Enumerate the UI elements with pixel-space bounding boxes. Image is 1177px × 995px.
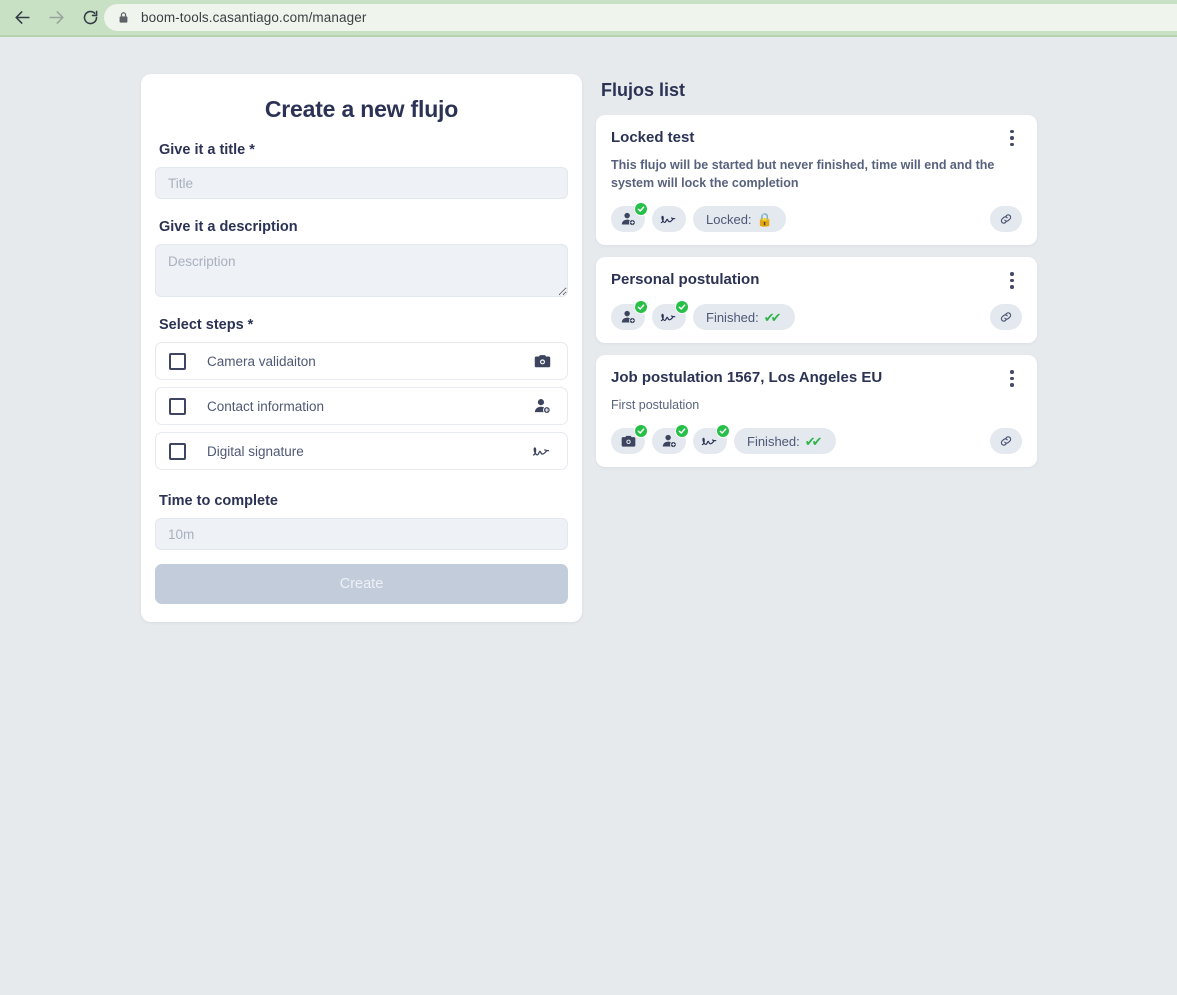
flujo-title: Personal postulation bbox=[611, 271, 760, 289]
check-badge-icon bbox=[634, 424, 648, 439]
person-add-icon bbox=[531, 398, 553, 414]
camera-icon bbox=[531, 354, 553, 369]
flujo-description: This flujo will be started but never fin… bbox=[611, 158, 995, 191]
check-badge-icon bbox=[675, 300, 689, 315]
flujo-card-locked-test[interactable]: Locked test This flujo will be started b… bbox=[596, 115, 1037, 246]
badge-signature bbox=[652, 206, 686, 233]
flujos-list-panel: Flujos list Locked test This flujo will … bbox=[596, 74, 1037, 479]
badge-camera bbox=[611, 424, 648, 455]
double-check-icon: ✔✔ bbox=[804, 433, 823, 449]
kebab-menu-icon[interactable] bbox=[1002, 270, 1022, 290]
flujo-card-job-postulation[interactable]: Job postulation 1567, Los Angeles EU Fir… bbox=[596, 355, 1037, 468]
flujo-title: Job postulation 1567, Los Angeles EU bbox=[611, 369, 883, 387]
check-badge-icon bbox=[716, 424, 730, 439]
status-badge-locked: Locked: 🔒 bbox=[693, 206, 786, 233]
page-viewport: Create a new flujo Give it a title * Giv… bbox=[0, 37, 1177, 995]
arrow-right-icon bbox=[47, 8, 66, 27]
badge-person-add bbox=[652, 424, 689, 455]
step-label: Camera validaiton bbox=[207, 353, 316, 369]
forward-button[interactable] bbox=[40, 2, 72, 34]
badge-person-add bbox=[611, 300, 648, 331]
checkbox-digital-signature[interactable] bbox=[169, 442, 186, 460]
checkbox-contact-information[interactable] bbox=[169, 397, 186, 415]
time-field-label: Time to complete bbox=[159, 493, 278, 509]
url-text: boom-tools.casantiago.com/manager bbox=[141, 10, 367, 25]
step-label: Contact information bbox=[207, 398, 325, 414]
flujo-title: Locked test bbox=[611, 129, 695, 146]
link-icon[interactable] bbox=[990, 304, 1022, 331]
step-label: Digital signature bbox=[207, 443, 304, 459]
create-button[interactable]: Create bbox=[155, 564, 568, 604]
signature-icon bbox=[531, 444, 553, 458]
check-badge-icon bbox=[634, 202, 648, 217]
flujo-card-personal-postulation[interactable]: Personal postulation Finished: ✔✔ bbox=[596, 257, 1037, 344]
browser-toolbar: boom-tools.casantiago.com/manager bbox=[0, 0, 1177, 35]
checkbox-camera-validation[interactable] bbox=[169, 352, 186, 370]
step-row-camera[interactable]: Camera validaiton bbox=[155, 342, 568, 380]
address-bar[interactable]: boom-tools.casantiago.com/manager bbox=[104, 4, 1177, 31]
title-field-label: Give it a title * bbox=[159, 142, 255, 158]
arrow-left-icon bbox=[13, 8, 32, 27]
kebab-menu-icon[interactable] bbox=[1002, 128, 1022, 148]
description-field-label: Give it a description bbox=[159, 219, 298, 235]
steps-label: Select steps * bbox=[159, 317, 254, 333]
check-badge-icon bbox=[634, 300, 648, 315]
flujo-description: First postulation bbox=[611, 398, 700, 413]
back-button[interactable] bbox=[6, 2, 38, 34]
status-badge-finished: Finished: ✔✔ bbox=[693, 304, 795, 331]
reload-button[interactable] bbox=[74, 2, 106, 34]
create-flujo-form: Create a new flujo Give it a title * Giv… bbox=[141, 74, 582, 622]
step-row-contact[interactable]: Contact information bbox=[155, 387, 568, 425]
status-label: Finished: bbox=[747, 433, 800, 449]
kebab-menu-icon[interactable] bbox=[1002, 368, 1022, 388]
link-icon[interactable] bbox=[990, 428, 1022, 455]
title-input[interactable] bbox=[155, 167, 568, 199]
reload-icon bbox=[82, 9, 99, 26]
lock-emoji-icon: 🔒 bbox=[756, 211, 773, 227]
step-row-signature[interactable]: Digital signature bbox=[155, 432, 568, 470]
badge-signature bbox=[652, 300, 689, 331]
time-to-complete-input[interactable] bbox=[155, 518, 568, 550]
link-icon[interactable] bbox=[990, 206, 1022, 233]
badge-person-add bbox=[611, 202, 648, 233]
check-badge-icon bbox=[675, 424, 689, 439]
lock-icon bbox=[118, 11, 129, 24]
status-badge-finished: Finished: ✔✔ bbox=[734, 428, 836, 455]
status-label: Locked: bbox=[706, 211, 752, 227]
flujos-list-title: Flujos list bbox=[601, 80, 686, 100]
status-label: Finished: bbox=[706, 309, 759, 325]
description-input[interactable] bbox=[155, 244, 568, 297]
badge-signature bbox=[693, 424, 730, 455]
page-title: Create a new flujo bbox=[264, 96, 459, 122]
double-check-icon: ✔✔ bbox=[763, 309, 782, 325]
